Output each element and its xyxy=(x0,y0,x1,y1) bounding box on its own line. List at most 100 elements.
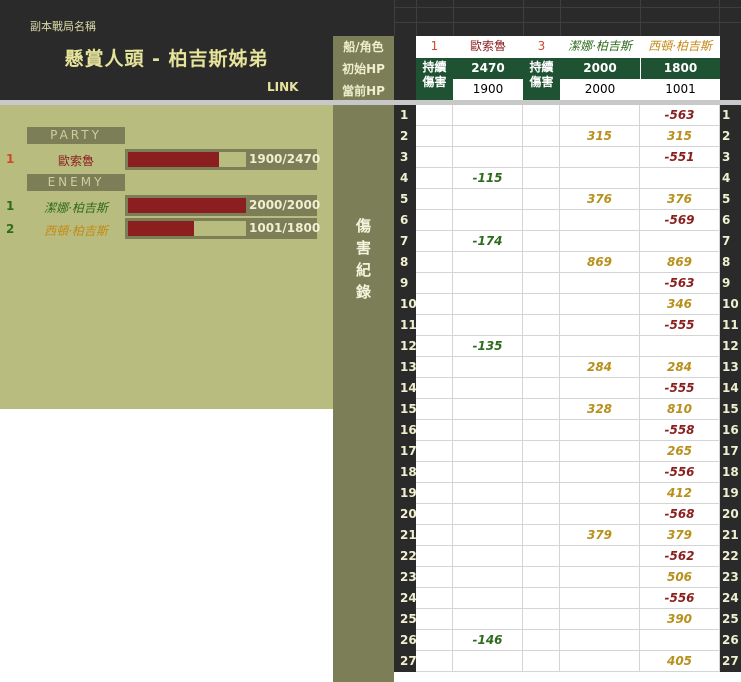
party-current-hp[interactable]: 1900 xyxy=(453,79,523,100)
enemy2-value-cell[interactable] xyxy=(640,168,720,189)
persistent-party-cell[interactable] xyxy=(416,231,453,252)
persistent-enemy-cell[interactable] xyxy=(523,441,560,462)
persistent-party-cell[interactable] xyxy=(416,378,453,399)
enemy1-value-cell[interactable] xyxy=(560,315,640,336)
persistent-party-cell[interactable] xyxy=(416,315,453,336)
enemy1-current-hp[interactable]: 2000 xyxy=(560,79,640,100)
persistent-enemy-cell[interactable] xyxy=(523,168,560,189)
enemy1-value-cell[interactable]: 315 xyxy=(560,126,640,147)
enemy1-value-cell[interactable] xyxy=(560,462,640,483)
party-damage-cell[interactable] xyxy=(453,504,523,525)
enemy2-value-cell[interactable]: -558 xyxy=(640,420,720,441)
enemy2-value-cell[interactable]: 346 xyxy=(640,294,720,315)
persistent-party-cell[interactable] xyxy=(416,651,453,672)
enemy2-value-cell[interactable]: -569 xyxy=(640,210,720,231)
persistent-party-cell[interactable] xyxy=(416,588,453,609)
party-damage-cell[interactable] xyxy=(453,651,523,672)
enemy1-value-cell[interactable] xyxy=(560,651,640,672)
persistent-enemy-cell[interactable] xyxy=(523,273,560,294)
enemy2-value-cell[interactable]: -555 xyxy=(640,315,720,336)
persistent-enemy-cell[interactable] xyxy=(523,336,560,357)
enemy2-value-cell[interactable]: 390 xyxy=(640,609,720,630)
enemy1-value-cell[interactable] xyxy=(560,609,640,630)
party-damage-cell[interactable] xyxy=(453,189,523,210)
enemy2-value-cell[interactable]: -551 xyxy=(640,147,720,168)
enemy1-value-cell[interactable] xyxy=(560,147,640,168)
enemy2-value-cell[interactable] xyxy=(640,336,720,357)
persistent-enemy-cell[interactable] xyxy=(523,546,560,567)
party-damage-cell[interactable] xyxy=(453,126,523,147)
enemy2-value-cell[interactable]: 265 xyxy=(640,441,720,462)
persistent-enemy-cell[interactable] xyxy=(523,630,560,651)
enemy2-value-cell[interactable] xyxy=(640,231,720,252)
persistent-enemy-cell[interactable] xyxy=(523,483,560,504)
enemy1-value-cell[interactable] xyxy=(560,105,640,126)
persistent-enemy-cell[interactable] xyxy=(523,420,560,441)
party-damage-cell[interactable] xyxy=(453,315,523,336)
enemy1-value-cell[interactable] xyxy=(560,441,640,462)
enemy2-value-cell[interactable] xyxy=(640,630,720,651)
persistent-party-cell[interactable] xyxy=(416,525,453,546)
enemy2-value-cell[interactable]: -568 xyxy=(640,504,720,525)
persistent-party-cell[interactable] xyxy=(416,399,453,420)
enemy2-value-cell[interactable]: -563 xyxy=(640,105,720,126)
enemy1-value-cell[interactable]: 869 xyxy=(560,252,640,273)
enemy2-current-hp[interactable]: 1001 xyxy=(641,79,720,100)
party-damage-cell[interactable] xyxy=(453,357,523,378)
enemy1-value-cell[interactable] xyxy=(560,336,640,357)
persistent-party-cell[interactable] xyxy=(416,630,453,651)
persistent-enemy-cell[interactable] xyxy=(523,105,560,126)
persistent-party-cell[interactable] xyxy=(416,546,453,567)
persistent-enemy-cell[interactable] xyxy=(523,651,560,672)
enemy2-value-cell[interactable]: 506 xyxy=(640,567,720,588)
enemy2-value-cell[interactable]: -556 xyxy=(640,588,720,609)
enemy1-value-cell[interactable] xyxy=(560,420,640,441)
party-damage-cell[interactable]: -146 xyxy=(453,630,523,651)
persistent-party-cell[interactable] xyxy=(416,609,453,630)
persistent-enemy-cell[interactable] xyxy=(523,462,560,483)
persistent-party-cell[interactable] xyxy=(416,441,453,462)
party-damage-cell[interactable] xyxy=(453,525,523,546)
enemy1-value-cell[interactable]: 376 xyxy=(560,189,640,210)
party-damage-cell[interactable] xyxy=(453,399,523,420)
party-damage-cell[interactable] xyxy=(453,546,523,567)
persistent-party-cell[interactable] xyxy=(416,168,453,189)
persistent-party-cell[interactable] xyxy=(416,420,453,441)
party-damage-cell[interactable] xyxy=(453,252,523,273)
enemy1-value-cell[interactable] xyxy=(560,630,640,651)
enemy2-value-cell[interactable]: -563 xyxy=(640,273,720,294)
persistent-party-cell[interactable] xyxy=(416,189,453,210)
persistent-enemy-cell[interactable] xyxy=(523,294,560,315)
enemy1-value-cell[interactable] xyxy=(560,273,640,294)
persistent-party-cell[interactable] xyxy=(416,567,453,588)
persistent-enemy-cell[interactable] xyxy=(523,315,560,336)
enemy1-value-cell[interactable] xyxy=(560,294,640,315)
enemy2-value-cell[interactable]: 869 xyxy=(640,252,720,273)
enemy1-value-cell[interactable] xyxy=(560,168,640,189)
persistent-enemy-cell[interactable] xyxy=(523,567,560,588)
enemy2-value-cell[interactable]: 284 xyxy=(640,357,720,378)
persistent-enemy-cell[interactable] xyxy=(523,504,560,525)
party-damage-cell[interactable] xyxy=(453,441,523,462)
party-damage-cell[interactable]: -135 xyxy=(453,336,523,357)
persistent-enemy-cell[interactable] xyxy=(523,357,560,378)
enemy1-value-cell[interactable]: 284 xyxy=(560,357,640,378)
persistent-enemy-cell[interactable] xyxy=(523,147,560,168)
persistent-party-cell[interactable] xyxy=(416,504,453,525)
enemy1-value-cell[interactable] xyxy=(560,483,640,504)
persistent-party-cell[interactable] xyxy=(416,336,453,357)
enemy2-value-cell[interactable]: 405 xyxy=(640,651,720,672)
persistent-party-cell[interactable] xyxy=(416,126,453,147)
party-damage-cell[interactable] xyxy=(453,294,523,315)
persistent-party-cell[interactable] xyxy=(416,294,453,315)
enemy1-value-cell[interactable] xyxy=(560,210,640,231)
enemy1-value-cell[interactable] xyxy=(560,378,640,399)
persistent-enemy-cell[interactable] xyxy=(523,525,560,546)
persistent-party-cell[interactable] xyxy=(416,483,453,504)
persistent-enemy-cell[interactable] xyxy=(523,588,560,609)
persistent-party-cell[interactable] xyxy=(416,462,453,483)
party-damage-cell[interactable] xyxy=(453,567,523,588)
party-damage-cell[interactable] xyxy=(453,483,523,504)
enemy1-value-cell[interactable] xyxy=(560,546,640,567)
persistent-enemy-cell[interactable] xyxy=(523,252,560,273)
